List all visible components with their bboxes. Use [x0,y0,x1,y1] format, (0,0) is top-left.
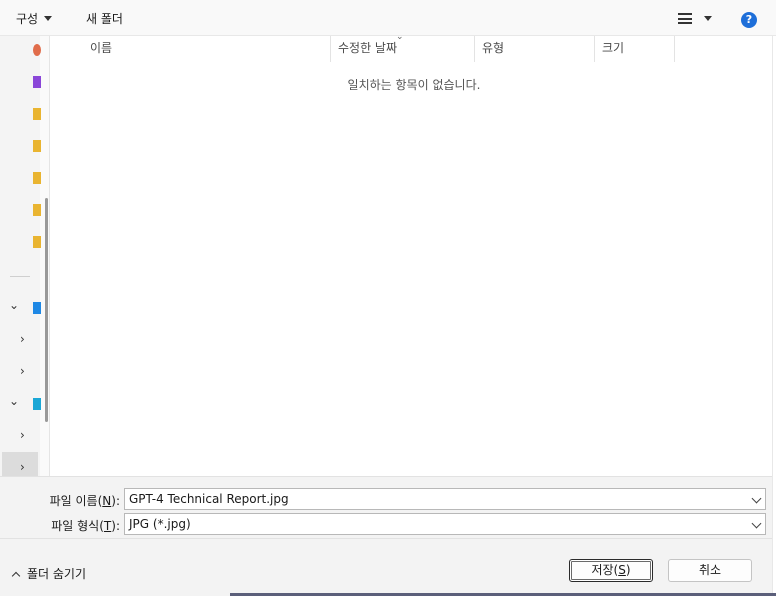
window-right-edge [772,36,776,596]
nav-scrollbar-thumb[interactable] [45,198,48,422]
toolbar: 구성 새 폴더 ? [0,0,776,36]
navigation-pane[interactable]: ⌄ › › ⌄ › › [0,36,50,476]
save-form: 파일 이름(N): GPT-4 Technical Report.jpg 파일 … [0,476,772,538]
organize-label: 구성 [16,12,39,26]
chevron-down-icon[interactable]: ⌄ [9,394,19,408]
organize-button[interactable]: 구성 [16,8,53,30]
network-drive-icon[interactable] [33,398,41,410]
chevron-up-icon [11,571,21,581]
column-size[interactable]: 크기 [594,36,624,62]
chevron-down-icon[interactable] [751,518,762,529]
library-icon[interactable] [33,76,41,88]
filetype-value: JPG (*.jpg) [129,517,191,531]
cancel-button[interactable]: 취소 [668,559,752,582]
hide-folders-label: 폴더 숨기기 [27,567,87,581]
chevron-down-icon[interactable] [751,493,762,504]
column-divider[interactable] [674,36,675,62]
filetype-label: 파일 형식(T): [51,519,120,533]
folder-icon[interactable] [33,140,41,152]
new-folder-label: 새 폴더 [86,12,123,26]
view-options-button[interactable] [678,11,718,27]
column-header: 이름 수정한 날짜 ⌄ 유형 크기 [56,32,772,62]
save-button[interactable]: 저장(S) [569,559,653,582]
cloud-drive-icon[interactable] [33,302,41,314]
hide-folders-button[interactable]: 폴더 숨기기 [10,565,86,582]
filename-value: GPT-4 Technical Report.jpg [129,492,289,506]
filename-input[interactable]: GPT-4 Technical Report.jpg [124,488,766,510]
file-list[interactable]: 이름 수정한 날짜 ⌄ 유형 크기 일치하는 항목이 없습니다. [56,32,772,476]
column-date-modified[interactable]: 수정한 날짜 [330,36,397,62]
list-view-icon [678,13,692,24]
folder-icon[interactable] [33,204,41,216]
empty-message: 일치하는 항목이 없습니다. [347,78,481,92]
nav-separator [10,276,30,277]
caret-down-icon [44,16,53,21]
chevron-right-icon[interactable]: › [20,332,25,346]
chevron-down-icon[interactable]: ⌄ [9,298,19,312]
chevron-right-icon[interactable]: › [20,364,25,378]
recent-icon[interactable] [33,44,41,56]
sort-indicator-icon: ⌄ [396,32,404,42]
column-type[interactable]: 유형 [474,36,504,62]
help-icon[interactable]: ? [741,12,757,28]
chevron-right-icon[interactable]: › [20,428,25,442]
chevron-right-icon[interactable]: › [20,460,25,474]
new-folder-button[interactable]: 새 폴더 [86,8,123,30]
dialog-footer: 폴더 숨기기 저장(S) 취소 [0,538,772,596]
folder-icon[interactable] [33,108,41,120]
folder-icon[interactable] [33,172,41,184]
column-name[interactable]: 이름 [82,36,112,62]
folder-icon[interactable] [33,236,41,248]
filetype-select[interactable]: JPG (*.jpg) [124,513,766,535]
caret-down-icon [704,16,712,21]
filename-label: 파일 이름(N): [49,494,120,508]
